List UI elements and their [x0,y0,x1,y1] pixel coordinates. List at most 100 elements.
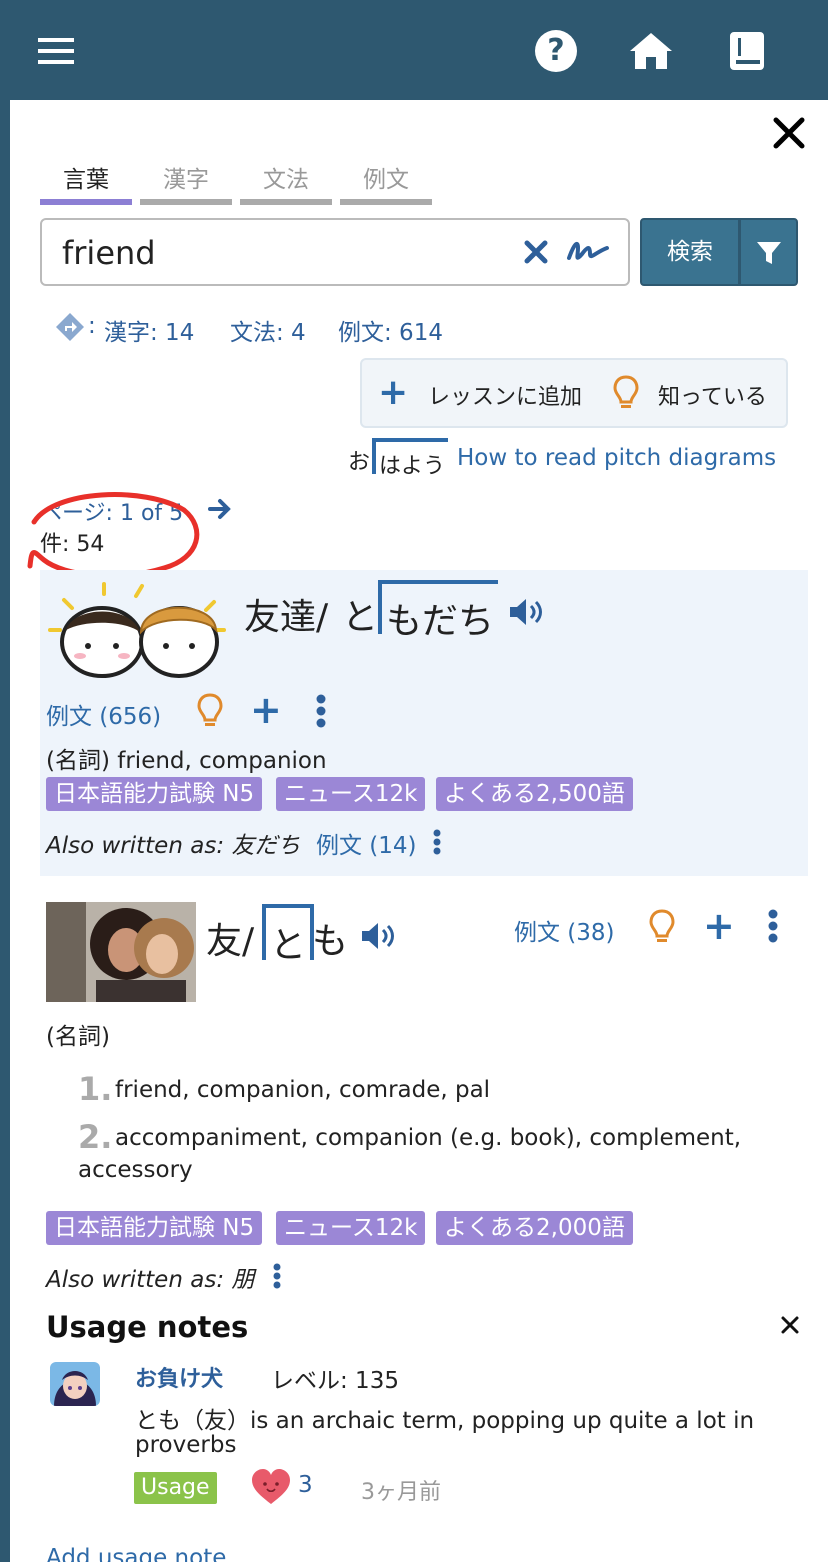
handwriting-icon [567,241,609,260]
dictionary-button[interactable] [728,30,766,72]
close-icon [781,1316,799,1334]
more-options-icon[interactable] [766,909,780,943]
clear-search-button[interactable] [522,238,550,266]
tab-grammar[interactable]: 文法 [240,160,332,194]
note-timestamp: 3ヶ月前 [361,1480,441,1505]
add-word-button[interactable]: + [703,906,735,946]
headword-kanji: 友達/ [244,597,329,638]
note-text: とも（友）is an archaic term, popping up quit… [135,1408,755,1434]
tag-jlpt: 日本語能力試験 N5 [46,1211,263,1245]
next-page-button[interactable] [208,497,232,521]
tab-kanji-underline [140,199,232,205]
filter-button[interactable] [740,218,798,286]
tab-words[interactable]: 言葉 [40,160,132,194]
heart-icon [252,1469,290,1504]
sense-text: friend, companion, comrade, pal [115,1077,491,1103]
part-of-speech: (名詞) [46,1024,110,1050]
close-icon [773,117,805,149]
lightbulb-icon [613,375,639,408]
more-options-icon[interactable] [431,829,443,855]
also-written-as: Also written as: 友だち [46,826,300,860]
search-box: friend [40,218,630,286]
pitch-help-link[interactable]: How to read pitch diagrams [457,445,776,471]
example-sentences-link[interactable]: 例文 (656) [46,697,161,731]
more-options-icon[interactable] [314,694,328,728]
sense-number: 2. [78,1118,113,1156]
arrow-right-icon [208,499,231,519]
sense-number: 1. [78,1070,113,1108]
menu-button[interactable] [38,38,74,64]
word-photo [46,902,196,1002]
add-word-button[interactable]: + [250,690,282,730]
related-icon [55,312,85,342]
tag-common: よくある2,500語 [436,777,633,811]
headword-kanji: 友/ [206,921,255,962]
clear-icon [524,240,548,264]
kanji-count-link[interactable]: 漢字: 14 [104,313,194,347]
note-author-link[interactable]: お負け犬 [135,1361,223,1393]
headword-kana-high: と [262,904,315,966]
tag-news: ニュース12k [276,1211,426,1245]
tab-kanji[interactable]: 漢字 [140,160,232,194]
known-button[interactable]: 知っている [612,374,782,414]
sense-text-continued: accessory [78,1157,193,1183]
question-circle-icon: ? [535,30,577,72]
search-button[interactable]: 検索 [640,218,740,286]
tab-words-underline [40,199,132,205]
more-options-icon[interactable] [271,1263,283,1289]
lightbulb-icon[interactable] [196,692,224,730]
handwriting-button[interactable] [566,236,610,266]
like-button[interactable] [250,1468,292,1506]
word-illustration [44,580,234,680]
close-button[interactable] [772,116,806,150]
tab-sentences[interactable]: 例文 [340,160,432,194]
also-written-label: Also written as [46,1267,217,1293]
home-button[interactable] [628,30,674,72]
filter-icon [757,242,781,264]
counts-prefix: : [88,313,96,339]
grammar-count-link[interactable]: 文法: 4 [230,313,306,347]
tag-news: ニュース12k [276,777,426,811]
hamburger-icon [38,38,74,64]
home-icon [630,33,672,69]
example-sentences-link[interactable]: 例文 (38) [514,913,615,947]
note-author-level: レベル: 135 [271,1368,399,1394]
speaker-icon [510,599,542,625]
pitch-example-high: はよう [372,438,448,479]
search-button-label: 検索 [667,239,713,265]
also-written-value: : 朋 [216,1267,255,1293]
tab-sentences-underline [340,199,432,205]
pitch-example-low: お [348,450,371,475]
also-written-label: Also written as [46,833,217,859]
add-to-lesson-button[interactable]: + レッスンに追加 [378,374,608,414]
avatar[interactable] [50,1362,100,1406]
add-usage-note-link[interactable]: Add usage note [46,1545,226,1562]
note-text-continued: proverbs [135,1432,237,1458]
definition: (名詞) friend, companion [46,748,327,774]
book-icon [730,32,764,70]
known-label: 知っている [658,385,767,410]
lightbulb-icon[interactable] [648,908,676,946]
entry-headword: 友/ と も [206,902,356,966]
app-header: ? [0,0,828,100]
plus-icon: + [378,372,409,413]
play-audio-button[interactable] [508,596,548,628]
usage-notes-close-button[interactable] [780,1315,800,1335]
sentence-count-link[interactable]: 例文: 614 [338,313,443,347]
add-to-lesson-label: レッスンに追加 [428,385,583,410]
usage-badge: Usage [134,1472,217,1504]
headword-kana-low: と [342,597,379,638]
play-audio-button[interactable] [360,920,400,952]
pitch-example: お はよう [348,436,452,479]
usage-notes-title: Usage notes [46,1310,249,1344]
left-edge [0,100,10,1562]
headword-kana-high: もだち [378,580,498,642]
headword-kana-low: も [312,921,349,962]
also-written-value: : 友だち [216,833,301,859]
help-button[interactable]: ? [535,30,577,72]
tag-jlpt: 日本語能力試験 N5 [46,777,263,811]
tab-grammar-underline [240,199,332,205]
alt-sentences-link[interactable]: 例文 (14) [316,826,417,860]
search-input[interactable]: friend [62,234,156,272]
tag-common: よくある2,000語 [436,1211,633,1245]
